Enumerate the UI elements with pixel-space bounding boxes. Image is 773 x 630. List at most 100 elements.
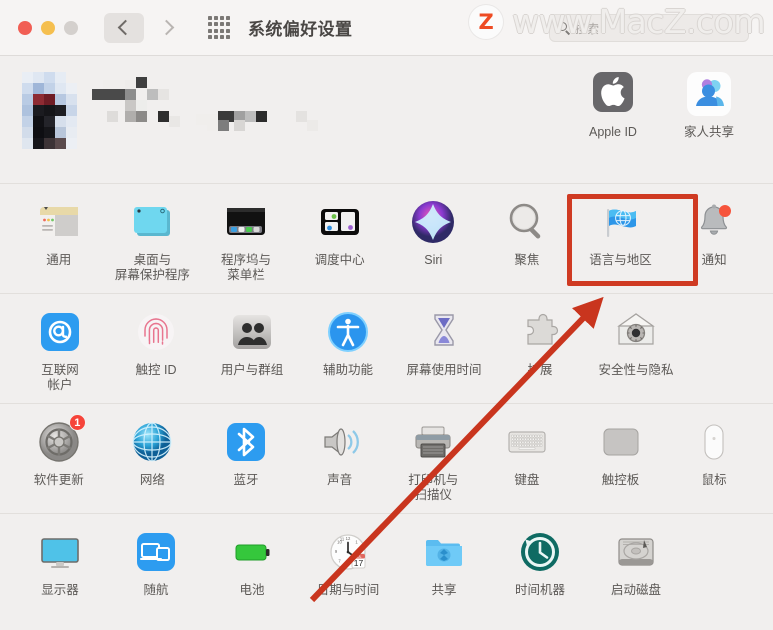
mosaic-block (245, 111, 256, 122)
pref-item-touch-id[interactable]: 触控 ID (108, 306, 204, 378)
forward-button[interactable] (148, 13, 188, 43)
mosaic-block (44, 94, 55, 105)
printers-scanners-icon (407, 416, 459, 468)
pref-item-label: 显示器 (41, 583, 79, 597)
mosaic-block (66, 127, 77, 138)
pref-item-siri[interactable]: Siri (387, 196, 481, 268)
pref-item-date-time[interactable]: 121356791011JUL17 日期与时间 (300, 526, 396, 598)
pref-item-language-region[interactable]: 语言与地区 (574, 196, 668, 268)
mission-control-icon (314, 196, 366, 248)
pref-item-printers-scanners[interactable]: 打印机与 扫描仪 (387, 416, 481, 503)
pref-item-notifications[interactable]: 通知 (667, 196, 761, 268)
pref-item-users-groups[interactable]: 用户与群组 (204, 306, 300, 378)
pref-item-desktop-screensaver[interactable]: 桌面与 屏幕保护程序 (106, 196, 200, 283)
pref-item-label: 网络 (139, 473, 165, 487)
mosaic-block (22, 72, 33, 83)
pref-item-bluetooth[interactable]: 蓝牙 (199, 416, 293, 488)
pref-item-security-privacy[interactable]: 安全性与隐私 (588, 306, 684, 378)
system-preferences-window: 系统偏好设置 搜索 Z www.MacZ.com Apple ID 家人共享 通用… (0, 0, 773, 630)
chevron-left-icon (117, 19, 134, 36)
pref-item-startup-disk[interactable]: 启动磁盘 (588, 526, 684, 598)
pref-item-sharing[interactable]: 共享 (396, 526, 492, 598)
mosaic-block (44, 116, 55, 127)
desktop-screensaver-icon (126, 196, 178, 248)
pref-item-label: 程序坞与 菜单栏 (221, 253, 272, 282)
minimize-button[interactable] (41, 20, 55, 35)
accessibility-icon (322, 306, 374, 358)
mosaic-block (55, 83, 66, 94)
pref-item-label: 通用 (46, 253, 72, 267)
mouse-icon (688, 416, 740, 468)
language-region-icon (595, 196, 647, 248)
mosaic-block (44, 138, 55, 149)
zoom-button[interactable] (64, 20, 78, 35)
pref-item-mouse[interactable]: 鼠标 (667, 416, 761, 488)
battery-icon (226, 526, 278, 578)
update-badge: 1 (68, 414, 86, 431)
pref-tile-apple-logo[interactable]: Apple ID (565, 68, 661, 140)
pref-tile-family-sharing[interactable]: 家人共享 (661, 68, 757, 140)
mosaic-block (33, 116, 44, 127)
apple-logo-icon (587, 68, 639, 120)
pref-item-software-update[interactable]: 1 软件更新 (12, 414, 106, 488)
users-groups-icon (226, 306, 278, 358)
pref-item-label: 辅助功能 (322, 363, 373, 377)
pref-item-time-machine[interactable]: 时间机器 (492, 526, 588, 598)
pref-item-label: 调度中心 (314, 253, 365, 267)
search-icon (558, 22, 571, 35)
mosaic-block (66, 105, 77, 116)
system-row-section: 显示器 随航 电池 121356791011JUL17 日期与时间 共享 时间机器 启动磁盘 (0, 513, 773, 608)
personal-row-section: 通用 桌面与 屏幕保护程序 程序坞与 菜单栏 调度中心 Siri 聚焦 语言与地区 通知 (0, 183, 773, 293)
show-all-grid-icon[interactable] (206, 15, 232, 41)
mosaic-block (158, 89, 169, 100)
sidecar-icon (130, 526, 182, 578)
pref-item-battery[interactable]: 电池 (204, 526, 300, 598)
pref-item-label: 共享 (431, 583, 457, 597)
mosaic-block (33, 127, 44, 138)
pref-item-general[interactable]: 通用 (12, 196, 106, 268)
pref-item-keyboard[interactable]: 键盘 (480, 416, 574, 488)
network-icon (126, 416, 178, 468)
pref-item-extensions[interactable]: 扩展 (492, 306, 588, 378)
pref-item-internet-accounts[interactable]: 互联网 帐户 (12, 306, 108, 393)
mosaic-block (33, 72, 44, 83)
sharing-icon (418, 526, 470, 578)
close-button[interactable] (18, 20, 32, 35)
mosaic-block (234, 120, 245, 131)
mosaic-block (33, 94, 44, 105)
mosaic-block (296, 111, 307, 122)
mosaic-block (307, 120, 318, 131)
mosaic-block (33, 83, 44, 94)
pref-item-label: 触控 ID (135, 363, 177, 377)
pref-item-sidecar[interactable]: 随航 (108, 526, 204, 598)
mosaic-block (66, 116, 77, 127)
mosaic-block (125, 89, 136, 100)
svg-text:17: 17 (354, 558, 364, 568)
mosaic-block (158, 111, 169, 122)
pref-item-sound[interactable]: 声音 (293, 416, 387, 488)
svg-text:11: 11 (340, 537, 345, 542)
pref-item-dock-menubar[interactable]: 程序坞与 菜单栏 (199, 196, 293, 283)
date-time-icon: 121356791011JUL17 (322, 526, 374, 578)
pref-item-spotlight[interactable]: 聚焦 (480, 196, 574, 268)
back-button[interactable] (104, 12, 144, 43)
search-field[interactable]: 搜索 (549, 14, 749, 42)
pref-item-label: 鼠标 (701, 473, 727, 487)
mosaic-block (125, 100, 136, 111)
mosaic-block (207, 120, 218, 131)
pref-item-screen-time[interactable]: 屏幕使用时间 (396, 306, 492, 378)
mosaic-block (22, 94, 33, 105)
security-privacy-icon (610, 306, 662, 358)
pref-item-label: 触控板 (601, 473, 640, 487)
pref-item-trackpad[interactable]: 触控板 (574, 416, 668, 488)
pref-item-label: 用户与群组 (220, 363, 284, 377)
pref-item-displays[interactable]: 显示器 (12, 526, 108, 598)
mosaic-block (22, 83, 33, 94)
pref-item-accessibility[interactable]: 辅助功能 (300, 306, 396, 378)
pref-item-mission-control[interactable]: 调度中心 (293, 196, 387, 268)
mosaic-block (22, 138, 33, 149)
pref-item-network[interactable]: 网络 (106, 416, 200, 488)
siri-icon (407, 196, 459, 248)
pref-tile-label: 家人共享 (683, 125, 734, 139)
software-update-icon: 1 (33, 414, 86, 468)
